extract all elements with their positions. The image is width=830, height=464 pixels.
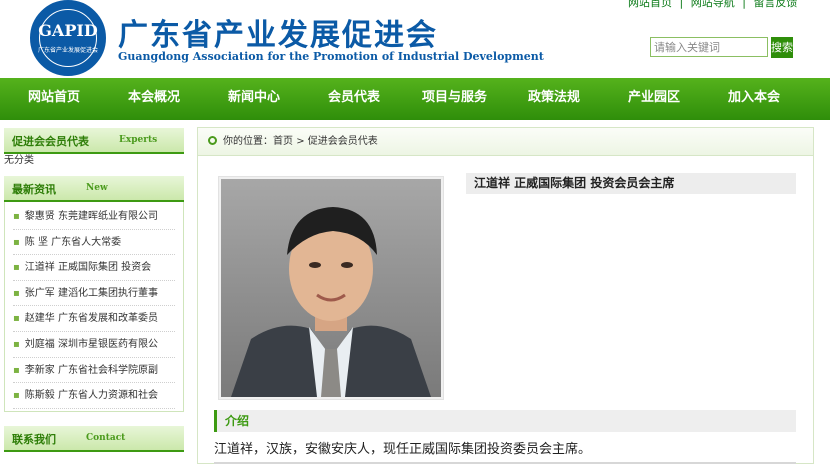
news-item-text: 李新家 广东省社会科学院原副 (24, 364, 158, 376)
news-item-text: 黎惠贤 东莞建晖纸业有限公司 (24, 211, 158, 222)
news-panel-header: 最新资讯 New (4, 176, 184, 202)
nav-item-policy[interactable]: 政策法规 (528, 78, 580, 120)
gapid-logo[interactable]: GAPID 广东省产业发展促进会 (30, 0, 106, 76)
bullet-icon: ▪ (13, 338, 20, 350)
bullet-icon: ▪ (13, 262, 20, 274)
news-item[interactable]: ▪ 赵建华 广东省发展和改革委员 (13, 306, 175, 332)
news-panel-title: 最新资讯 (12, 183, 56, 196)
contact-panel-title-en: Contact (86, 433, 126, 443)
contact-panel: 联系我们 Contact (4, 426, 184, 452)
nav-item-home[interactable]: 网站首页 (28, 78, 80, 120)
intro-heading: 介绍 (214, 410, 796, 432)
news-item[interactable]: ▪ 黎惠贤 东莞建晖纸业有限公司 (13, 204, 175, 230)
person-title: 江道祥 正威国际集团 投资会员会主席 (466, 173, 796, 194)
top-link-divider: | (742, 0, 746, 9)
breadcrumb-current[interactable]: 促进会会员代表 (308, 136, 378, 147)
breadcrumb-home[interactable]: 首页 (273, 136, 293, 147)
news-item-text: 刘庭福 深圳市星银医药有限公 (24, 338, 158, 350)
bullet-icon: ▪ (13, 236, 20, 248)
members-panel-title: 促进会会员代表 (12, 135, 89, 148)
bullet-icon: ▪ (13, 211, 20, 222)
logo-subtext: 广东省产业发展促进会 (37, 47, 98, 54)
news-item-text: 陈斯毅 广东省人力资源和社会 (24, 390, 158, 402)
top-link-home[interactable]: 网站首页 (628, 0, 672, 9)
news-item[interactable]: ▪ 张广军 建滔化工集团执行董事 (13, 281, 175, 307)
news-item[interactable]: ▪ 江道祥 正威国际集团 投资会 (13, 255, 175, 281)
news-item[interactable]: ▪ 李新家 广东省社会科学院原副 (13, 358, 175, 384)
main-content: 你的位置：首页 > 促进会会员代表 江道祥 正威国际集团 投资会员会主席 介绍 … (197, 127, 814, 464)
nav-item-about[interactable]: 本会概况 (128, 78, 180, 120)
contact-panel-title: 联系我们 (12, 433, 56, 446)
nav-item-projects[interactable]: 项目与服务 (422, 78, 487, 120)
search-button[interactable]: 搜索 (771, 37, 793, 58)
news-item[interactable]: ▪ 陈斯毅 广东省人力资源和社会 (13, 383, 175, 409)
news-item[interactable]: ▪ 刘庭福 深圳市星银医药有限公 (13, 332, 175, 358)
site-title: 广东省产业发展促进会 (118, 18, 438, 53)
news-item[interactable]: ▪ 陈 坚 广东省人大常委 (13, 230, 175, 256)
news-item-text: 陈 坚 广东省人大常委 (24, 236, 122, 248)
breadcrumb-separator: > (296, 136, 305, 147)
contact-panel-header: 联系我们 Contact (4, 426, 184, 452)
breadcrumb-prefix: 你的位置： (223, 136, 273, 147)
main-nav: 网站首页 本会概况 新闻中心 会员代表 项目与服务 政策法规 产业园区 加入本会 (0, 78, 830, 120)
news-item-text: 张广军 建滔化工集团执行董事 (24, 287, 158, 299)
breadcrumb: 你的位置：首页 > 促进会会员代表 (198, 128, 813, 156)
members-panel-header: 促进会会员代表 Experts (4, 128, 184, 154)
nav-item-parks[interactable]: 产业园区 (628, 78, 680, 120)
news-item-text: 江道祥 正威国际集团 投资会 (24, 262, 152, 274)
members-panel: 促进会会员代表 Experts 无分类 (4, 128, 184, 172)
top-link-feedback[interactable]: 留言反馈 (753, 0, 797, 9)
portrait-frame (218, 176, 444, 400)
members-empty-text: 无分类 (4, 155, 34, 166)
nav-item-news[interactable]: 新闻中心 (228, 78, 280, 120)
members-panel-title-en: Experts (119, 135, 158, 145)
nav-item-join[interactable]: 加入本会 (728, 78, 780, 120)
search-input[interactable] (650, 37, 768, 57)
bullet-icon: ▪ (13, 364, 20, 376)
news-panel-title-en: New (86, 183, 108, 193)
bullet-icon: ▪ (13, 287, 20, 299)
news-item-text: 赵建华 广东省发展和改革委员 (24, 313, 158, 325)
intro-text: 江道祥，汉族，安徽安庆人，现任正威国际集团投资委员会主席。 (214, 442, 592, 457)
news-panel: 最新资讯 New ▪ 黎惠贤 东莞建晖纸业有限公司 ▪ 陈 坚 广东省人大常委 ▪ 江… (4, 176, 184, 412)
top-link-sitemap[interactable]: 网站导航 (691, 0, 735, 9)
site-header: GAPID 广东省产业发展促进会 广东省产业发展促进会 Guangdong As… (0, 0, 830, 78)
portrait-illustration (221, 179, 441, 397)
top-links: 网站首页 | 网站导航 | 留言反馈 (626, 0, 799, 10)
news-list-body: ▪ 黎惠贤 东莞建晖纸业有限公司 ▪ 陈 坚 广东省人大常委 ▪ 江道祥 正威国际集团… (4, 202, 184, 412)
nav-item-members[interactable]: 会员代表 (328, 78, 380, 120)
news-list: ▪ 黎惠贤 东莞建晖纸业有限公司 ▪ 陈 坚 广东省人大常委 ▪ 江道祥 正威国际集团… (5, 202, 183, 411)
top-link-divider: | (679, 0, 684, 9)
logo-text: GAPID (38, 21, 98, 40)
bullet-icon: ▪ (13, 313, 20, 325)
location-icon (208, 136, 217, 145)
site-subtitle: Guangdong Association for the Promotion … (118, 50, 544, 63)
portrait-photo (221, 179, 441, 397)
bullet-icon: ▪ (13, 390, 20, 402)
